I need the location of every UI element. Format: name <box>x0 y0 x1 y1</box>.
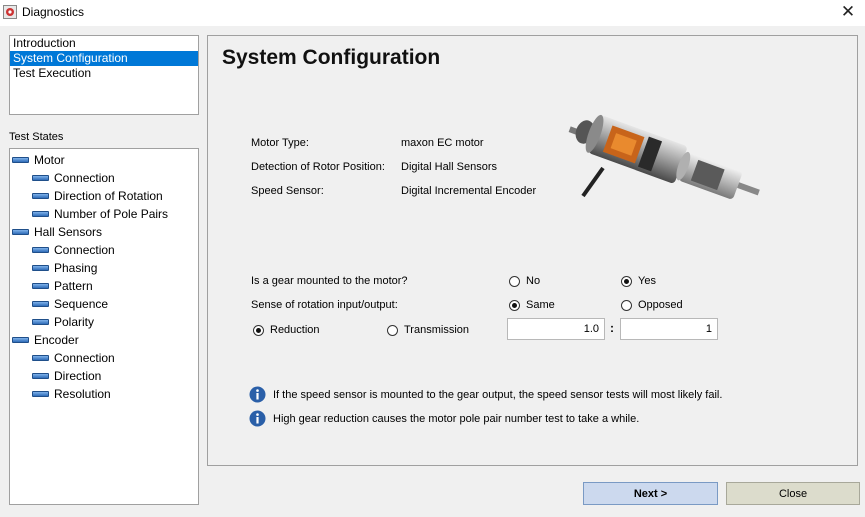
ratio-output-field[interactable]: 1 <box>620 318 718 340</box>
state-bar-icon <box>32 175 49 181</box>
tree-group-encoder[interactable]: Encoder <box>10 331 198 349</box>
ratio-reduction-label: Reduction <box>270 324 320 336</box>
gear-no-label: No <box>526 275 541 287</box>
tree-item-label: Phasing <box>54 261 98 275</box>
tree-item-label: Direction <box>54 369 102 383</box>
tree-item-label: Sequence <box>54 297 109 311</box>
note-text: High gear reduction causes the motor pol… <box>273 412 640 425</box>
state-bar-icon <box>32 265 49 271</box>
ratio-separator: : <box>610 321 614 335</box>
gear-yes-radio[interactable]: Yes <box>621 275 656 287</box>
state-bar-icon <box>32 211 49 217</box>
tree-item-label: Resolution <box>54 387 111 401</box>
gear-yes-label: Yes <box>638 275 656 287</box>
tree-item-label: Pattern <box>54 279 93 293</box>
tree-item-label: Connection <box>54 243 115 257</box>
tree-item-direction-of-rotation[interactable]: Direction of Rotation <box>10 187 198 205</box>
rotation-opposed-label: Opposed <box>638 299 683 311</box>
rotation-same-radio[interactable]: Same <box>509 299 555 311</box>
tree-group-label: Hall Sensors <box>34 225 103 239</box>
tree-group-hall-sensors[interactable]: Hall Sensors <box>10 223 198 241</box>
title-bar: Diagnostics ✕ <box>0 0 865 26</box>
gear-no-radio[interactable]: No <box>509 275 540 287</box>
motor-type-value: maxon EC motor <box>401 137 484 149</box>
radio-circle-selected <box>253 324 264 336</box>
test-states-tree: Motor Connection Direction of Rotation N… <box>9 148 199 505</box>
tree-group-label: Encoder <box>34 333 79 347</box>
speed-sensor-label: Speed Sensor: <box>251 185 324 197</box>
note-text: If the speed sensor is mounted to the ge… <box>273 388 723 401</box>
tree-item-hall-connection[interactable]: Connection <box>10 241 198 259</box>
ratio-transmission-label: Transmission <box>404 324 469 336</box>
state-bar-icon <box>32 355 49 361</box>
radio-circle-selected <box>621 275 632 287</box>
tree-item-label: Connection <box>54 351 115 365</box>
rotation-opposed-radio[interactable]: Opposed <box>621 299 683 311</box>
next-button[interactable]: Next > <box>583 482 718 505</box>
configuration-panel: System Configuration Motor Type: maxon E… <box>207 35 858 466</box>
radio-circle <box>387 324 398 336</box>
ratio-transmission-radio[interactable]: Transmission <box>387 324 469 336</box>
close-button[interactable]: Close <box>726 482 860 505</box>
state-bar-icon <box>32 391 49 397</box>
tree-item-phasing[interactable]: Phasing <box>10 259 198 277</box>
state-bar-icon <box>32 193 49 199</box>
tree-item-motor-connection[interactable]: Connection <box>10 169 198 187</box>
step-list: Introduction System Configuration Test E… <box>9 35 199 115</box>
state-bar-icon <box>32 373 49 379</box>
state-bar-icon <box>32 301 49 307</box>
tree-group-motor[interactable]: Motor <box>10 151 198 169</box>
page-title: System Configuration <box>222 46 441 69</box>
tree-item-label: Polarity <box>54 315 95 329</box>
tree-item-resolution[interactable]: Resolution <box>10 385 198 403</box>
rotation-same-label: Same <box>526 299 555 311</box>
rotor-position-label: Detection of Rotor Position: <box>251 161 385 173</box>
rotation-question: Sense of rotation input/output: <box>251 299 398 311</box>
app-icon <box>3 5 17 19</box>
window-title: Diagnostics <box>22 5 85 19</box>
radio-circle <box>509 275 520 287</box>
info-icon <box>249 386 266 403</box>
radio-circle <box>621 299 632 311</box>
state-bar-icon <box>12 337 29 343</box>
tree-item-label: Connection <box>54 171 115 185</box>
step-system-configuration[interactable]: System Configuration <box>10 51 198 66</box>
gear-question: Is a gear mounted to the motor? <box>251 275 408 287</box>
speed-sensor-value: Digital Incremental Encoder <box>401 185 537 197</box>
tree-item-label: Direction of Rotation <box>54 189 163 203</box>
test-states-label: Test States <box>9 131 64 143</box>
state-bar-icon <box>32 247 49 253</box>
tree-item-sequence[interactable]: Sequence <box>10 295 198 313</box>
radio-circle-selected <box>509 299 520 311</box>
info-icon <box>249 410 266 427</box>
tree-item-label: Number of Pole Pairs <box>54 207 169 221</box>
tree-item-encoder-connection[interactable]: Connection <box>10 349 198 367</box>
step-introduction[interactable]: Introduction <box>10 36 198 51</box>
tree-item-polarity[interactable]: Polarity <box>10 313 198 331</box>
tree-item-direction[interactable]: Direction <box>10 367 198 385</box>
motor-type-label: Motor Type: <box>251 137 309 149</box>
close-x-icon: ✕ <box>840 2 856 21</box>
note-gear-reduction: High gear reduction causes the motor pol… <box>249 410 639 427</box>
rotor-position-value: Digital Hall Sensors <box>401 161 497 173</box>
tree-item-number-of-pole-pairs[interactable]: Number of Pole Pairs <box>10 205 198 223</box>
state-bar-icon <box>32 319 49 325</box>
close-window-button[interactable]: ✕ <box>835 0 861 24</box>
tree-group-label: Motor <box>34 153 65 167</box>
tree-item-pattern[interactable]: Pattern <box>10 277 198 295</box>
state-bar-icon <box>12 229 29 235</box>
state-bar-icon <box>32 283 49 289</box>
note-speed-sensor: If the speed sensor is mounted to the ge… <box>249 386 722 403</box>
state-bar-icon <box>12 157 29 163</box>
ratio-input-field[interactable]: 1.0 <box>507 318 605 340</box>
motor-illustration <box>568 114 760 199</box>
step-test-execution[interactable]: Test Execution <box>10 66 198 81</box>
ratio-reduction-radio[interactable]: Reduction <box>253 324 320 336</box>
